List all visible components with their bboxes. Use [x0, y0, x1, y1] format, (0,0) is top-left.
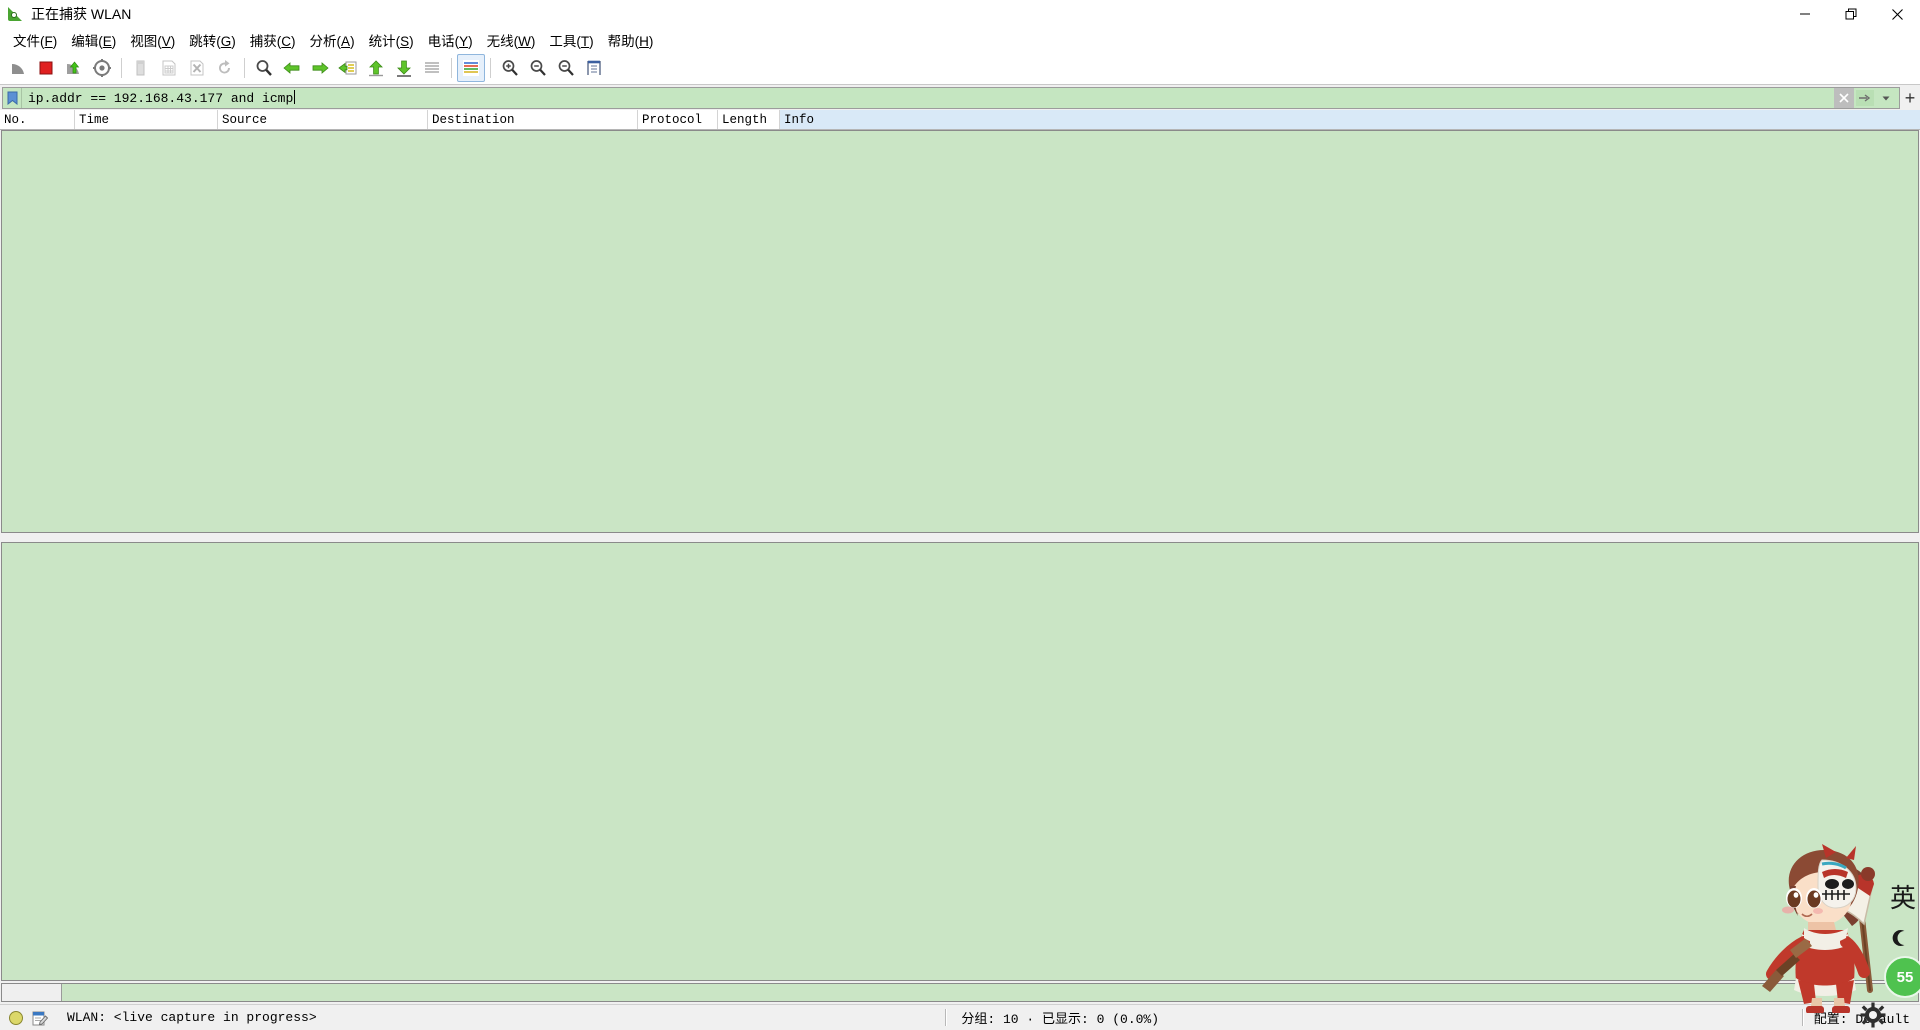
horizontal-scrollbar[interactable] — [1, 983, 1919, 1002]
toolbar-separator — [490, 58, 491, 78]
filter-text-value[interactable]: ip.addr == 192.168.43.177 and icmp — [22, 90, 1834, 106]
menu-item-help[interactable]: 帮助(H) — [601, 28, 661, 52]
open-file-icon — [127, 54, 155, 82]
packet-detail-pane[interactable] — [1, 542, 1919, 981]
packet-list-header: No. Time Source Destination Protocol Len… — [0, 110, 1920, 130]
capture-options-icon[interactable] — [88, 54, 116, 82]
restore-button[interactable] — [1828, 0, 1874, 28]
filter-bookmark-icon[interactable] — [3, 88, 22, 108]
stop-capture-icon[interactable] — [32, 54, 60, 82]
display-filter-bar: ip.addr == 192.168.43.177 and icmp — [0, 86, 1920, 110]
toolbar-separator — [451, 58, 452, 78]
zoom-in-icon[interactable] — [496, 54, 524, 82]
menu-item-analyze[interactable]: 分析(A) — [303, 28, 362, 52]
column-header-length[interactable]: Length — [718, 110, 780, 129]
profile-text[interactable]: 配置: Default — [1804, 1008, 1920, 1027]
close-button[interactable] — [1874, 0, 1920, 28]
restart-capture-icon[interactable] — [60, 54, 88, 82]
go-to-first-icon[interactable] — [362, 54, 390, 82]
column-header-source[interactable]: Source — [218, 110, 428, 129]
reload-file-icon — [211, 54, 239, 82]
column-header-info[interactable]: Info — [780, 110, 1920, 129]
start-capture-icon[interactable] — [4, 54, 32, 82]
column-header-time[interactable]: Time — [75, 110, 218, 129]
minimize-button[interactable] — [1782, 0, 1828, 28]
column-header-destination[interactable]: Destination — [428, 110, 638, 129]
title-bar: 正在捕获 WLAN — [0, 0, 1920, 28]
capture-comment-icon[interactable] — [31, 1009, 49, 1027]
colorize-icon[interactable] — [457, 54, 485, 82]
menu-item-view[interactable]: 视图(V) — [123, 28, 182, 52]
menu-item-edit[interactable]: 编辑(E) — [64, 28, 123, 52]
menu-item-tools[interactable]: 工具(T) — [542, 28, 600, 52]
window-controls — [1782, 0, 1920, 28]
go-to-last-icon[interactable] — [390, 54, 418, 82]
wireshark-window: 正在捕获 WLAN 文件(F) 编辑(E) 视图(V) 跳转(G) — [0, 0, 1920, 1030]
main-toolbar — [0, 51, 1920, 85]
clear-filter-icon[interactable] — [1834, 88, 1854, 108]
status-bar: WLAN: <live capture in progress> 分组: 10 … — [0, 1004, 1920, 1030]
resize-columns-icon[interactable] — [580, 54, 608, 82]
menu-item-wireless[interactable]: 无线(W) — [480, 28, 543, 52]
zoom-out-icon[interactable] — [524, 54, 552, 82]
menu-item-go[interactable]: 跳转(G) — [182, 28, 243, 52]
window-title: 正在捕获 WLAN — [31, 4, 131, 24]
packet-counts-text: 分组: 10 · 已显示: 0 (0.0%) — [947, 1008, 1173, 1027]
menu-item-telephony[interactable]: 电话(Y) — [421, 28, 480, 52]
save-file-icon — [155, 54, 183, 82]
auto-scroll-icon[interactable] — [418, 54, 446, 82]
go-to-packet-icon[interactable] — [334, 54, 362, 82]
apply-filter-icon[interactable] — [1855, 88, 1875, 108]
toolbar-separator — [244, 58, 245, 78]
go-back-icon[interactable] — [278, 54, 306, 82]
find-packet-icon[interactable] — [250, 54, 278, 82]
close-file-icon — [183, 54, 211, 82]
menu-item-file[interactable]: 文件(F) — [6, 28, 64, 52]
wireshark-fin-icon — [8, 6, 24, 22]
display-filter-input[interactable]: ip.addr == 192.168.43.177 and icmp — [2, 87, 1900, 109]
expert-info-icon[interactable] — [9, 1011, 23, 1025]
filter-value: ip.addr == 192.168.43.177 and icmp — [28, 91, 293, 106]
packet-list-pane[interactable] — [1, 130, 1919, 533]
horizontal-scrollbar-thumb[interactable] — [2, 984, 62, 1001]
column-header-protocol[interactable]: Protocol — [638, 110, 718, 129]
text-caret — [294, 90, 295, 104]
filter-actions — [1834, 88, 1899, 108]
go-forward-icon[interactable] — [306, 54, 334, 82]
column-header-no[interactable]: No. — [0, 110, 75, 129]
menu-item-statistics[interactable]: 统计(S) — [362, 28, 421, 52]
add-filter-button[interactable]: + — [1900, 87, 1920, 109]
menu-item-capture[interactable]: 捕获(C) — [243, 28, 303, 52]
chevron-down-icon[interactable] — [1876, 88, 1896, 108]
capture-status-text: WLAN: <live capture in progress> — [67, 1010, 317, 1025]
toolbar-separator — [121, 58, 122, 78]
zoom-reset-icon[interactable] — [552, 54, 580, 82]
menu-bar: 文件(F) 编辑(E) 视图(V) 跳转(G) 捕获(C) 分析(A) 统计(S… — [0, 28, 1920, 51]
